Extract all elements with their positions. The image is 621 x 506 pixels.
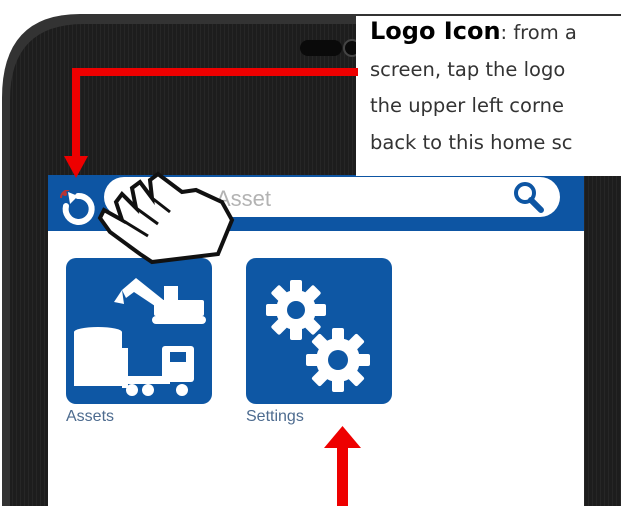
callout-line-1: Logo Icon: from a <box>370 17 577 45</box>
settings-tile[interactable] <box>246 258 392 404</box>
signal-icon <box>60 190 70 199</box>
callout-box: Logo Icon: from a screen, tap the logo t… <box>356 16 621 176</box>
assets-label: Assets <box>66 408 115 425</box>
speaker-grille <box>300 40 342 56</box>
hand-pointer-icon <box>97 171 235 265</box>
callout-line-2: screen, tap the logo <box>370 57 566 81</box>
settings-label: Settings <box>246 408 304 425</box>
assets-icon <box>74 278 206 396</box>
assets-tile[interactable] <box>66 258 212 404</box>
gears-icon <box>266 280 370 392</box>
callout-title: Logo Icon <box>370 17 501 45</box>
callout-line-4: back to this home sc <box>370 130 573 154</box>
callout-line-3: the upper left corne <box>370 94 564 117</box>
search-icon[interactable] <box>510 180 546 214</box>
